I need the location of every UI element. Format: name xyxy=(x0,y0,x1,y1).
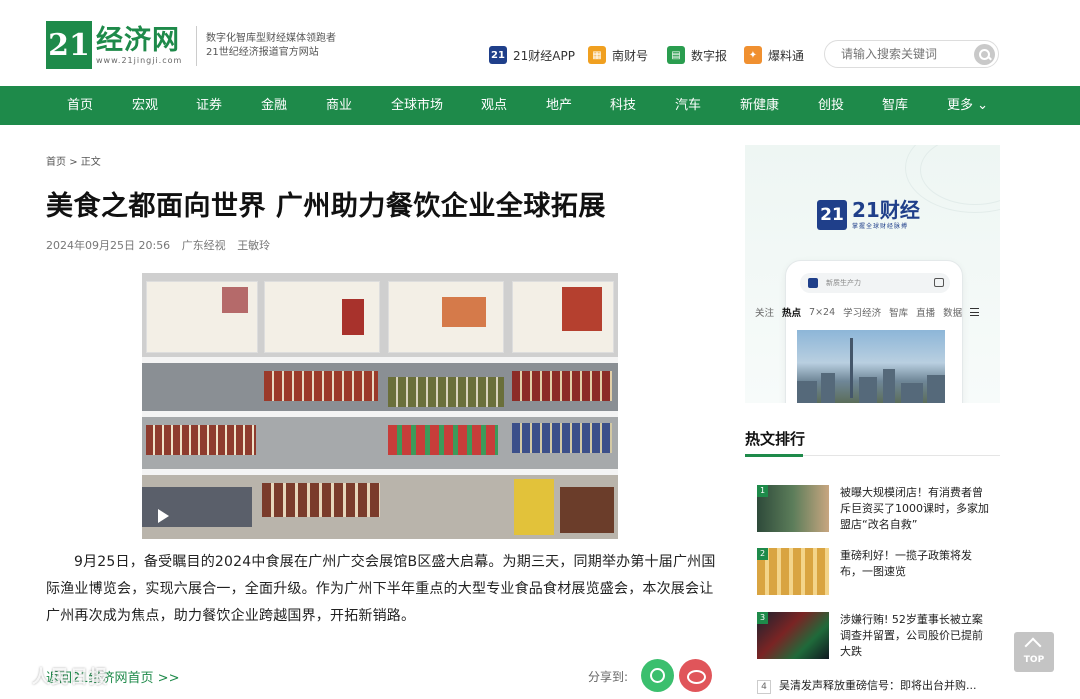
21-app-icon: 21 xyxy=(489,46,507,64)
phone-app-icon xyxy=(808,278,818,288)
nav-item-business[interactable]: 商业 xyxy=(326,86,352,125)
share-label: 分享到: xyxy=(588,670,629,684)
hot-item-rank: 3 xyxy=(757,612,768,624)
hot-item-title: 被曝大规模闭店！有消费者曾斥巨资买了1000课时，多家加盟店“改名自救” xyxy=(840,486,989,531)
hot-item[interactable]: 3 涉嫌行贿! 52岁董事长被立案调查并留置，公司股价已提前大跌 xyxy=(757,612,1000,662)
breadcrumb-current: 正文 xyxy=(80,157,101,168)
search-input[interactable] xyxy=(841,47,971,61)
article-date: 2024年09月25日 20:56 xyxy=(46,239,171,252)
nav-item-tech[interactable]: 科技 xyxy=(610,86,636,125)
back-to-top-button[interactable]: TOP xyxy=(1014,632,1054,672)
tipoff-icon: ✦ xyxy=(744,46,762,64)
hot-item[interactable]: 4 吴清发声释放重磅信号：即将出台并购... xyxy=(757,677,977,694)
logo-name: 经济网 xyxy=(96,24,180,56)
slogan: 数字化智库型财经媒体领跑者 21世纪经济报道官方网站 xyxy=(206,33,336,58)
article-source: 广东经视 xyxy=(181,239,226,252)
article-title: 美食之都面向世界 广州助力餐饮企业全球拓展 xyxy=(46,191,606,222)
main-nav: 首页 宏观 证券 金融 商业 全球市场 观点 地产 科技 汽车 新健康 创投 智… xyxy=(0,86,1080,125)
nav-item-finance[interactable]: 金融 xyxy=(261,86,287,125)
digital-paper-icon: ▤ xyxy=(667,46,685,64)
app-link-nancaihao[interactable]: ▦ 南财号 xyxy=(588,44,648,66)
hot-item-rank: 1 xyxy=(757,485,768,497)
hot-articles-title: 热文排行 xyxy=(745,430,806,448)
nav-item-auto[interactable]: 汽车 xyxy=(675,86,701,125)
hot-item-title: 重磅利好！一揽子政策将发布，一图速览 xyxy=(840,549,972,578)
ad-logo-number: 21 xyxy=(817,199,847,230)
nav-item-venture[interactable]: 创投 xyxy=(818,86,844,125)
app-promo-banner[interactable]: 21 21财经 掌握全球财经脉搏 新质生产力 关注 热点 7×24 学习经济 智… xyxy=(745,145,1000,403)
article-author: 王敏玲 xyxy=(237,239,271,252)
phone-search: 新质生产力 xyxy=(800,273,950,293)
weibo-share-icon[interactable] xyxy=(679,659,712,692)
hot-item-thumbnail: 2 xyxy=(757,548,829,595)
search-icon[interactable] xyxy=(974,44,995,65)
article-video-thumbnail[interactable] xyxy=(142,273,618,539)
ad-brand-name: 21财经 xyxy=(852,198,920,222)
ad-brand-sub: 掌握全球财经脉搏 xyxy=(852,223,909,230)
breadcrumb-home[interactable]: 首页 xyxy=(46,157,66,168)
article-paragraph: 9月25日，备受瞩目的2024中食展在广州广交会展馆B区盛大启幕。为期三天，同期… xyxy=(46,554,716,624)
hot-item-rank: 4 xyxy=(757,680,771,694)
menu-icon xyxy=(970,308,980,316)
site-logo[interactable]: 21 经济网 www.21jingji.com xyxy=(46,21,186,69)
logo-divider xyxy=(196,26,197,66)
search-box xyxy=(824,40,999,68)
watermark: 人民日报 xyxy=(6,663,108,689)
nav-item-home[interactable]: 首页 xyxy=(67,86,93,125)
app-link-digital-paper[interactable]: ▤ 数字报 xyxy=(667,44,727,66)
hot-divider-accent xyxy=(745,454,803,457)
nav-item-macro[interactable]: 宏观 xyxy=(132,86,158,125)
nav-item-securities[interactable]: 证券 xyxy=(196,86,222,125)
wechat-share-icon[interactable] xyxy=(641,659,674,692)
article-meta: 2024年09月25日 20:56 广东经视 王敏玲 xyxy=(46,237,278,253)
ad-logo: 21 21财经 掌握全球财经脉搏 xyxy=(817,199,920,230)
app-link-tipoff[interactable]: ✦ 爆料通 xyxy=(744,44,804,66)
hot-item-thumbnail: 3 xyxy=(757,612,829,659)
watermark-logo-icon xyxy=(6,667,28,689)
hot-item-thumbnail: 1 xyxy=(757,485,829,532)
hot-item-title: 涉嫌行贿! 52岁董事长被立案调查并留置，公司股价已提前大跌 xyxy=(840,613,983,658)
hot-item[interactable]: 1 被曝大规模闭店！有消费者曾斥巨资买了1000课时，多家加盟店“改名自救” xyxy=(757,485,1000,535)
nav-item-more[interactable]: 更多 ⌄ xyxy=(947,86,988,125)
arrow-up-icon xyxy=(1024,637,1042,655)
play-icon[interactable] xyxy=(158,509,169,523)
app-link-21caijing[interactable]: 21 21财经APP xyxy=(489,44,575,66)
site-header: 21 经济网 www.21jingji.com 数字化智库型财经媒体领跑者 21… xyxy=(0,0,1080,86)
hot-item-rank: 2 xyxy=(757,548,768,560)
logo-number: 21 xyxy=(46,21,92,69)
ad-city-photo xyxy=(797,330,945,403)
nav-item-realestate[interactable]: 地产 xyxy=(546,86,572,125)
hot-item-title: 吴清发声释放重磅信号：即将出台并购... xyxy=(779,679,977,692)
breadcrumb: 首页 > 正文 xyxy=(46,157,101,168)
nav-item-thinktank[interactable]: 智库 xyxy=(882,86,908,125)
hot-item[interactable]: 2 重磅利好！一揽子政策将发布，一图速览 xyxy=(757,548,1000,598)
logo-url: www.21jingji.com xyxy=(96,55,183,65)
ad-tabs: 关注 热点 7×24 学习经济 智库 直播 数据 xyxy=(755,301,995,323)
nav-item-global-markets[interactable]: 全球市场 xyxy=(391,86,443,125)
nav-item-health[interactable]: 新健康 xyxy=(740,86,779,125)
nav-item-opinion[interactable]: 观点 xyxy=(481,86,507,125)
nancai-icon: ▦ xyxy=(588,46,606,64)
camera-icon xyxy=(934,278,944,287)
